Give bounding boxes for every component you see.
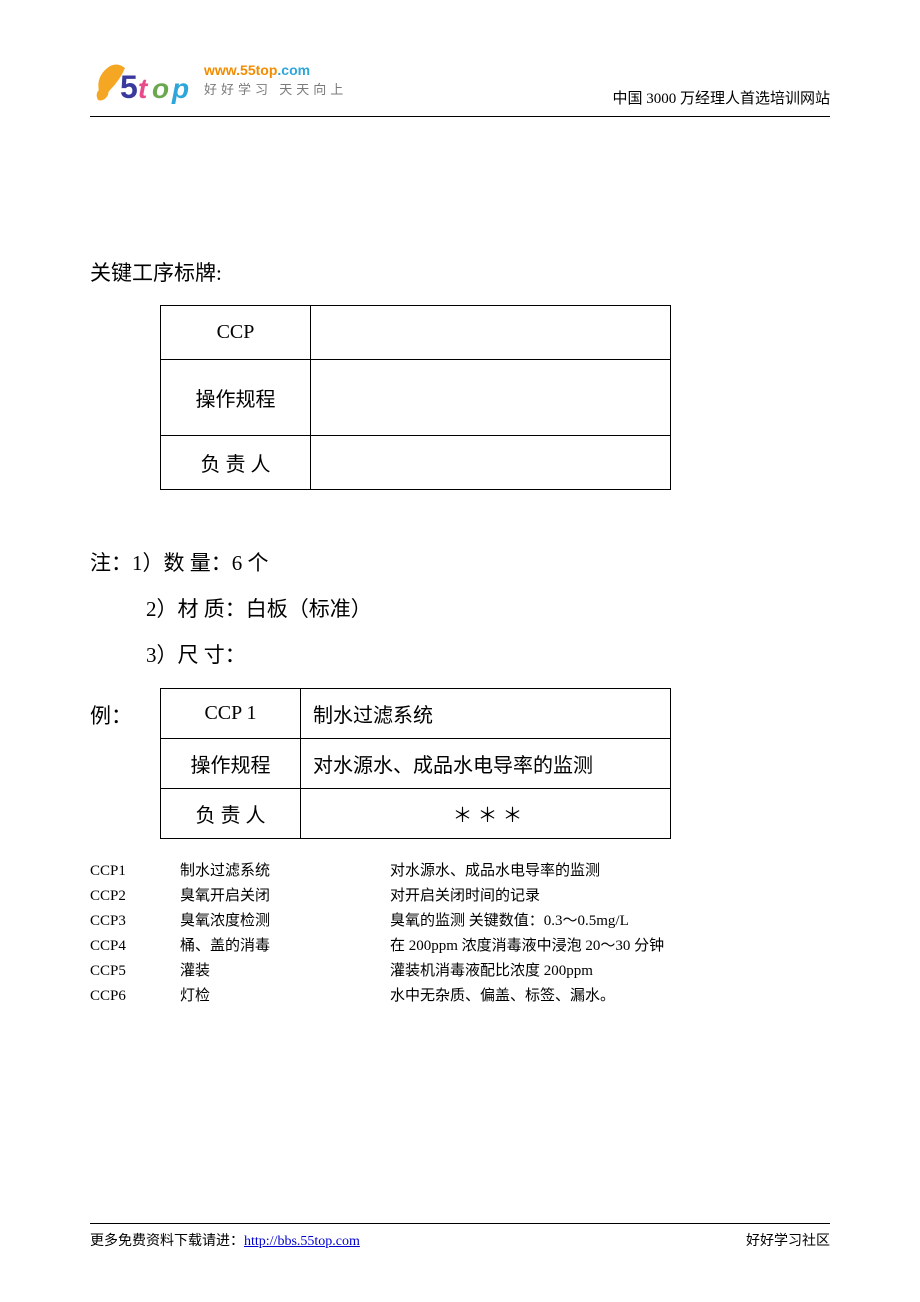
list-item: CCP5 灌装 灌装机消毒液配比浓度 200ppm bbox=[90, 959, 830, 984]
ccp-name: 制水过滤系统 bbox=[180, 859, 390, 884]
table2-row3-label: 负 责 人 bbox=[161, 789, 301, 839]
notes: 注：1）数 量：6 个 2）材 质：白板（标准） 3）尺 寸： bbox=[90, 540, 830, 678]
example-label: 例： bbox=[90, 688, 160, 730]
ccp-desc: 水中无杂质、偏盖、标签、漏水。 bbox=[390, 984, 615, 1009]
footer-link[interactable]: http://bbs.55top.com bbox=[244, 1234, 360, 1249]
ccp-desc: 在 200ppm 浓度消毒液中浸泡 20～30 分钟 bbox=[390, 934, 664, 959]
ccp-id: CCP6 bbox=[90, 984, 180, 1009]
table1-row2-label: 操作规程 bbox=[161, 360, 311, 436]
table2-row1-label: CCP 1 bbox=[161, 689, 301, 739]
ccp-id: CCP1 bbox=[90, 859, 180, 884]
blank-ccp-table: CCP 操作规程 负 责 人 bbox=[160, 305, 671, 490]
ccp-name: 桶、盖的消毒 bbox=[180, 934, 390, 959]
ccp-desc: 对开启关闭时间的记录 bbox=[390, 884, 540, 909]
header-tagline: 中国 3000 万经理人首选培训网站 bbox=[612, 87, 830, 110]
table1-row3-value bbox=[311, 436, 671, 490]
table2-row1-value: 制水过滤系统 bbox=[301, 689, 671, 739]
table2-row3-value: ＊ ＊ ＊ bbox=[301, 789, 671, 839]
ccp-id: CCP2 bbox=[90, 884, 180, 909]
list-item: CCP2 臭氧开启关闭 对开启关闭时间的记录 bbox=[90, 884, 830, 909]
list-item: CCP1 制水过滤系统 对水源水、成品水电导率的监测 bbox=[90, 859, 830, 884]
note-line-2: 2）材 质：白板（标准） bbox=[90, 586, 372, 632]
table1-row1-value bbox=[311, 306, 671, 360]
logo-url-suffix: .com bbox=[277, 62, 310, 78]
logo-icon: 5 t o p bbox=[90, 50, 200, 110]
footer-left: 更多免费资料下载请进：http://bbs.55top.com bbox=[90, 1230, 360, 1250]
ccp-name: 臭氧浓度检测 bbox=[180, 909, 390, 934]
svg-text:p: p bbox=[171, 73, 189, 104]
note-line-1: 注：1）数 量：6 个 bbox=[90, 540, 830, 586]
section-title: 关键工序标牌: bbox=[90, 257, 830, 287]
ccp-desc: 灌装机消毒液配比浓度 200ppm bbox=[390, 959, 593, 984]
ccp-id: CCP4 bbox=[90, 934, 180, 959]
ccp-id: CCP5 bbox=[90, 959, 180, 984]
table1-row2-value bbox=[311, 360, 671, 436]
note-line-3: 3）尺 寸： bbox=[90, 632, 246, 678]
table2-row2-label: 操作规程 bbox=[161, 739, 301, 789]
example-ccp-table: CCP 1 制水过滤系统 操作规程 对水源水、成品水电导率的监测 负 责 人 ＊… bbox=[160, 688, 671, 839]
footer-left-prefix: 更多免费资料下载请进： bbox=[90, 1234, 244, 1249]
logo-url: www.55top bbox=[204, 62, 277, 78]
table1-row1-label: CCP bbox=[161, 306, 311, 360]
page-header: 5 t o p www.55top.com 好好学习 天天向上 中国 3000 … bbox=[90, 50, 830, 117]
ccp-name: 臭氧开启关闭 bbox=[180, 884, 390, 909]
logo: 5 t o p www.55top.com 好好学习 天天向上 bbox=[90, 50, 347, 110]
logo-text: www.55top.com 好好学习 天天向上 bbox=[204, 61, 347, 99]
svg-text:t: t bbox=[138, 73, 149, 104]
ccp-desc: 对水源水、成品水电导率的监测 bbox=[390, 859, 600, 884]
list-item: CCP6 灯检 水中无杂质、偏盖、标签、漏水。 bbox=[90, 984, 830, 1009]
table1-row3-label: 负 责 人 bbox=[161, 436, 311, 490]
example-block: 例： CCP 1 制水过滤系统 操作规程 对水源水、成品水电导率的监测 负 责 … bbox=[90, 688, 830, 839]
page-footer: 更多免费资料下载请进：http://bbs.55top.com 好好学习社区 bbox=[90, 1223, 830, 1250]
ccp-name: 灌装 bbox=[180, 959, 390, 984]
ccp-id: CCP3 bbox=[90, 909, 180, 934]
ccp-desc: 臭氧的监测 关键数值：0.3～0.5mg/L bbox=[390, 909, 629, 934]
footer-right: 好好学习社区 bbox=[746, 1230, 830, 1250]
ccp-name: 灯检 bbox=[180, 984, 390, 1009]
list-item: CCP3 臭氧浓度检测 臭氧的监测 关键数值：0.3～0.5mg/L bbox=[90, 909, 830, 934]
list-item: CCP4 桶、盖的消毒 在 200ppm 浓度消毒液中浸泡 20～30 分钟 bbox=[90, 934, 830, 959]
table2-row2-value: 对水源水、成品水电导率的监测 bbox=[301, 739, 671, 789]
svg-text:5: 5 bbox=[120, 69, 138, 105]
logo-slogan: 好好学习 天天向上 bbox=[204, 81, 347, 99]
ccp-list: CCP1 制水过滤系统 对水源水、成品水电导率的监测 CCP2 臭氧开启关闭 对… bbox=[90, 859, 830, 1009]
svg-text:o: o bbox=[152, 73, 169, 104]
